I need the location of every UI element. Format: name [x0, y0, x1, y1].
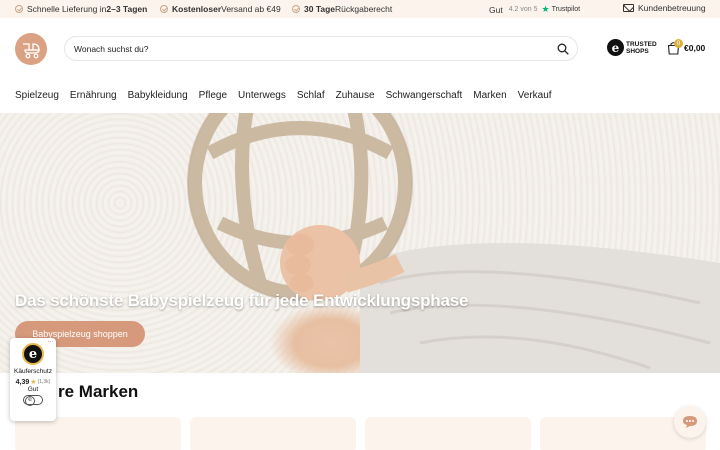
- usp-delivery: Schnelle Lieferung in 2–3 Tagen: [15, 4, 147, 14]
- mail-icon: [623, 4, 634, 12]
- trusted-shops-line1: TRUSTED: [626, 40, 657, 48]
- trustpilot-label: Gut: [489, 4, 503, 15]
- trusted-shops-seal-icon: e: [22, 343, 44, 365]
- usp-delivery-text: Schnelle Lieferung in: [27, 4, 107, 14]
- check-icon: [15, 5, 23, 13]
- usp-shipping: Kostenloser Versand ab €49: [160, 4, 281, 14]
- usp-returns: 30 Tage Rückgaberecht: [292, 4, 392, 14]
- nav-item-ernaehrung[interactable]: Ernährung: [70, 90, 117, 101]
- widget-rating: 4,39 ★ (1,3k): [15, 378, 51, 387]
- brand-card[interactable]: [15, 417, 181, 450]
- nav-item-unterwegs[interactable]: Unterwegs: [238, 90, 286, 101]
- trusted-shops-text: TRUSTED SHOPS: [626, 41, 657, 55]
- nav-item-babykleidung[interactable]: Babykleidung: [128, 90, 188, 101]
- usp-shipping-text: Versand ab €49: [221, 4, 281, 14]
- nav-item-schwangerschaft[interactable]: Schwangerschaft: [386, 90, 463, 101]
- widget-menu-icon[interactable]: ...: [48, 338, 53, 344]
- usp-shipping-bold: Kostenloser: [172, 4, 222, 14]
- chat-icon: [683, 416, 697, 428]
- stroller-logo-icon: [23, 43, 40, 59]
- usp-delivery-bold: 2–3 Tagen: [106, 4, 148, 14]
- hero-title: Das schönste Babyspielzeug für jede Entw…: [15, 291, 469, 310]
- brands-section-title: re Marken: [58, 382, 139, 401]
- widget-toggle[interactable]: [23, 395, 43, 406]
- customer-support-label: Kundenbetreuung: [638, 3, 706, 13]
- usp-returns-text: Rückgaberecht: [335, 4, 393, 14]
- trustpilot-star-icon: ★: [541, 4, 550, 14]
- cart-total: €0,00: [684, 43, 706, 53]
- buyer-protection-label: Käuferschutz: [14, 368, 52, 375]
- widget-rating-value: 4,39: [15, 378, 30, 386]
- home-logo[interactable]: [15, 33, 47, 65]
- cart-button[interactable]: €0,00: [667, 41, 705, 55]
- check-icon: [160, 5, 168, 13]
- nav-item-zuhause[interactable]: Zuhause: [336, 90, 375, 101]
- search-icon[interactable]: [557, 43, 569, 55]
- trustpilot-rating[interactable]: Gut 4.2 von 5 ★ Trustpilot: [489, 4, 580, 15]
- trusted-shops-line2: SHOPS: [626, 47, 649, 55]
- nav-item-schlaf[interactable]: Schlaf: [297, 90, 325, 101]
- trusted-shops-widget[interactable]: ... e Käuferschutz 4,39 ★ (1,3k) Gut: [10, 338, 56, 421]
- main-navigation: Spielzeug Ernährung Babykleidung Pflege …: [15, 90, 563, 101]
- hero-banner: Das schönste Babyspielzeug für jede Entw…: [0, 113, 720, 373]
- trustpilot-score: 4.2 von 5: [508, 6, 538, 13]
- top-info-bar: Schnelle Lieferung in 2–3 Tagen Kostenlo…: [0, 0, 720, 18]
- nav-item-spielzeug[interactable]: Spielzeug: [15, 90, 59, 101]
- check-icon: [292, 5, 300, 13]
- widget-grade: Gut: [27, 386, 39, 393]
- chat-button[interactable]: [674, 406, 706, 438]
- customer-support-link[interactable]: Kundenbetreuung: [623, 3, 706, 13]
- brand-card[interactable]: [190, 417, 356, 450]
- search-bar[interactable]: [64, 36, 578, 61]
- nav-item-marken[interactable]: Marken: [473, 90, 506, 101]
- rating-star-icon: ★: [30, 379, 37, 386]
- brand-card[interactable]: [365, 417, 531, 450]
- trusted-shops-badge[interactable]: e TRUSTED SHOPS: [607, 39, 657, 56]
- cart-count-badge: 0: [674, 39, 683, 48]
- nav-item-verkauf[interactable]: Verkauf: [518, 90, 552, 101]
- trusted-shops-icon: e: [607, 39, 624, 56]
- widget-rating-count: (1,3k): [37, 379, 51, 385]
- trustpilot-name: Trustpilot: [551, 6, 581, 13]
- usp-returns-bold: 30 Tage: [304, 4, 336, 14]
- search-input[interactable]: [74, 43, 544, 54]
- nav-item-pflege[interactable]: Pflege: [199, 90, 227, 101]
